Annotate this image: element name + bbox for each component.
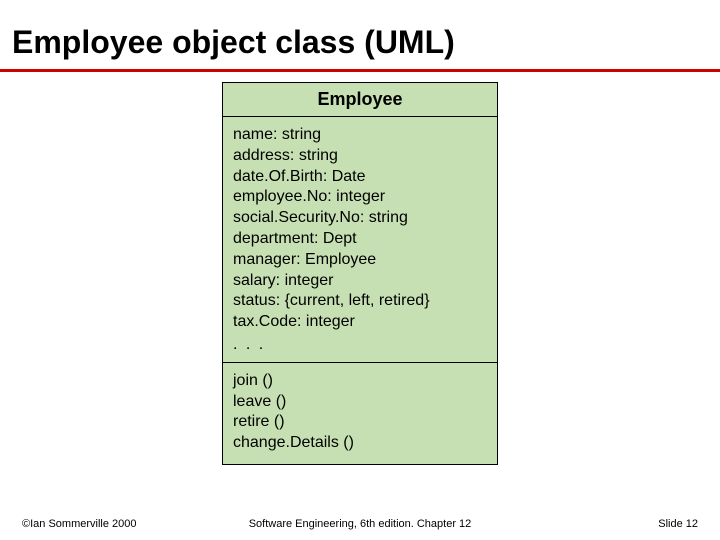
uml-attributes-compartment: name: string address: string date.Of.Bir… [223,117,497,363]
uml-attribute: status: {current, left, retired} [233,291,487,312]
uml-operations-compartment: join () leave () retire () change.Detail… [223,363,497,464]
uml-attribute: tax.Code: integer [233,312,487,333]
footer-book-title: Software Engineering, 6th edition. Chapt… [249,518,472,530]
uml-attribute: name: string [233,125,487,146]
uml-class-name: Employee [223,83,497,117]
uml-operation: leave () [233,392,487,413]
uml-class-box: Employee name: string address: string da… [222,82,498,465]
uml-attribute: manager: Employee [233,250,487,271]
uml-attribute: address: string [233,146,487,167]
uml-attribute: department: Dept [233,229,487,250]
uml-container: Employee name: string address: string da… [0,82,720,465]
uml-attribute: salary: integer [233,271,487,292]
uml-attribute: date.Of.Birth: Date [233,167,487,188]
slide-title: Employee object class (UML) [0,0,720,72]
uml-operation: join () [233,371,487,392]
slide-footer: ©Ian Sommerville 2000 Software Engineeri… [0,518,720,530]
uml-attribute: social.Security.No: string [233,208,487,229]
uml-attribute: employee.No: integer [233,187,487,208]
footer-slide-number: Slide 12 [658,518,698,530]
uml-operation: retire () [233,412,487,433]
uml-attr-ellipsis: . . . [233,333,487,356]
uml-operation: change.Details () [233,433,487,454]
footer-copyright: ©Ian Sommerville 2000 [22,518,137,530]
